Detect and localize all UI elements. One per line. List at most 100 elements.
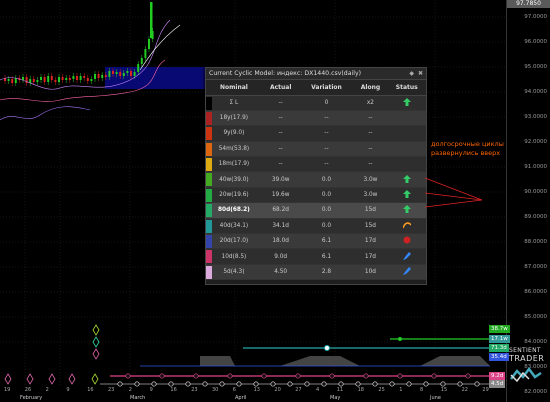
cycle-circle-marker — [321, 381, 327, 387]
cell-actual: 68.2d — [261, 202, 300, 219]
cell-status — [387, 95, 426, 111]
nominal-label: 20w(19.6) — [219, 192, 249, 199]
cell-variation: 0.0 — [299, 171, 354, 188]
month-label: June — [430, 395, 441, 401]
cell-nominal: 9y(9.0) — [206, 125, 262, 142]
price-tick-label: 89.0000 — [524, 214, 547, 220]
cycle-row[interactable]: 10d(8.5) 9.0d 6.1 17d — [206, 248, 426, 265]
cycle-circle-marker — [389, 381, 395, 387]
cycle-row[interactable]: 80d(68.2) 68.2d 0.0 15d — [206, 202, 426, 219]
logo-line2: TRADER — [509, 354, 545, 363]
date-tick-label: 30 — [212, 387, 219, 393]
header-status[interactable]: Status — [387, 80, 426, 96]
close-icon[interactable]: ✖ — [418, 70, 423, 77]
arrow-up-icon — [402, 174, 411, 183]
cycle-row[interactable]: 20w(19.6) 19.6w 0.0 3.0w — [206, 187, 426, 204]
date-tick-label: 9 — [149, 387, 153, 393]
cycle-row[interactable]: 40w(39.0) 39.0w 0.0 3.0w — [206, 171, 426, 188]
cycle-circle-marker — [253, 381, 259, 387]
candle — [7, 79, 10, 81]
annotation-arrows — [424, 177, 483, 208]
cycle-row[interactable]: 40d(34.1) 34.1d 0.0 15d — [206, 218, 426, 235]
cycle-color-swatch — [206, 250, 212, 264]
cycle-row[interactable]: 5d(4.3) 4.50 2.8 10d — [206, 264, 426, 281]
cycle-circle-marker — [457, 381, 463, 387]
nominal-label: 40w(39.0) — [219, 176, 249, 183]
candle — [79, 76, 82, 80]
cell-nominal: Σ L — [206, 95, 262, 111]
header-actual[interactable]: Actual — [261, 80, 300, 96]
cycle-row[interactable]: 20d(17.0) 18.0d 6.1 17d — [206, 233, 426, 250]
candle — [68, 78, 71, 80]
price-candles — [4, 2, 154, 86]
price-tick-label: 86.0000 — [524, 289, 547, 295]
price-tick-label: 94.0000 — [524, 89, 547, 95]
price-tick-label: 91.0000 — [524, 164, 547, 170]
candle — [108, 71, 111, 77]
cycle-circle-marker — [372, 381, 378, 387]
header-nominal[interactable]: Nominal — [206, 80, 262, 96]
logo-line1: SENTIENT — [509, 347, 541, 354]
cell-actual: -- — [261, 156, 300, 173]
nominal-label: 5d(4.3) — [223, 268, 245, 275]
cycle-color-swatch — [206, 265, 212, 279]
cell-along: -- — [353, 141, 388, 158]
date-axis: 19 26 2 9 16 23 2 9 16 23 30 6 13 20 27 4 11 18 25 1 8 15 22 29… — [0, 387, 506, 402]
cycle-circle-marker — [363, 373, 369, 379]
panel-title: Current Cyclic Model: индекс: DX1440.csv… — [209, 70, 362, 77]
candle — [11, 79, 14, 83]
cell-actual: 19.6w — [261, 187, 300, 204]
cell-along: 10d — [353, 264, 388, 281]
nominal-label: 40d(34.1) — [219, 222, 249, 229]
cycle-row[interactable]: 9y(9.0) -- -- -- — [206, 125, 426, 142]
date-tick-label: 1 — [399, 387, 403, 393]
cycle-row[interactable]: 54m(53.8) -- -- -- — [206, 141, 426, 158]
cycle-row[interactable]: 18y(17.9) -- -- -- — [206, 110, 426, 127]
cell-along: x2 — [353, 95, 388, 111]
cycle-circle-marker — [287, 381, 293, 387]
candle — [32, 79, 35, 82]
cell-actual: -- — [261, 95, 300, 111]
cycle-diamond-marker — [91, 373, 99, 385]
date-tick-label: 2 — [45, 387, 49, 393]
header-variation[interactable]: Variation — [299, 80, 354, 96]
cycle-circle-marker — [168, 381, 174, 387]
cycle-circle-marker — [304, 381, 310, 387]
cycle-circle-marker — [125, 373, 131, 379]
candle — [54, 80, 57, 82]
cell-status — [387, 233, 426, 250]
cycle-row[interactable]: Σ L -- 0 x2 — [206, 95, 426, 111]
cell-nominal: 18m(17.9) — [206, 156, 262, 173]
date-tick-label: 20 — [274, 387, 281, 393]
cyclic-model-panel[interactable]: Current Cyclic Model: индекс: DX1440.csv… — [205, 67, 427, 285]
price-tick-label: 97.0000 — [524, 14, 547, 20]
cell-along: 3.0w — [353, 187, 388, 204]
cell-nominal: 80d(68.2) — [206, 202, 262, 219]
blue-pen-icon — [402, 266, 411, 275]
price-tick-label: 84.0000 — [524, 339, 547, 345]
candle — [61, 77, 64, 80]
price-tick-label: 96.0000 — [524, 39, 547, 45]
cell-along: -- — [353, 125, 388, 142]
cycle-circle-marker — [431, 373, 437, 379]
cycle-row[interactable]: 18m(17.9) -- -- -- — [206, 156, 426, 173]
arrow-up-icon — [402, 190, 411, 199]
cycle-period-tag: 17.1w — [489, 335, 510, 343]
panel-titlebar[interactable]: Current Cyclic Model: индекс: DX1440.csv… — [206, 68, 426, 80]
cell-along: 15d — [353, 218, 388, 235]
price-tick-label: 93.0000 — [524, 114, 547, 120]
cycle-color-swatch — [206, 204, 212, 218]
cycle-circle-marker — [236, 381, 242, 387]
price-tick-label: 92.0000 — [524, 139, 547, 145]
pin-icon[interactable]: ◆ — [409, 70, 414, 77]
candle — [65, 78, 68, 80]
candle — [50, 76, 53, 80]
date-tick-label: 16 — [170, 387, 177, 393]
date-tick-label: 23 — [191, 387, 198, 393]
cell-nominal: 18y(17.9) — [206, 110, 262, 127]
cycle-circle-marker — [338, 381, 344, 387]
cell-nominal: 20w(19.6) — [206, 187, 262, 204]
cell-nominal: 40d(34.1) — [206, 218, 262, 235]
cycle-circle-marker — [159, 373, 165, 379]
header-along[interactable]: Along — [353, 80, 388, 96]
